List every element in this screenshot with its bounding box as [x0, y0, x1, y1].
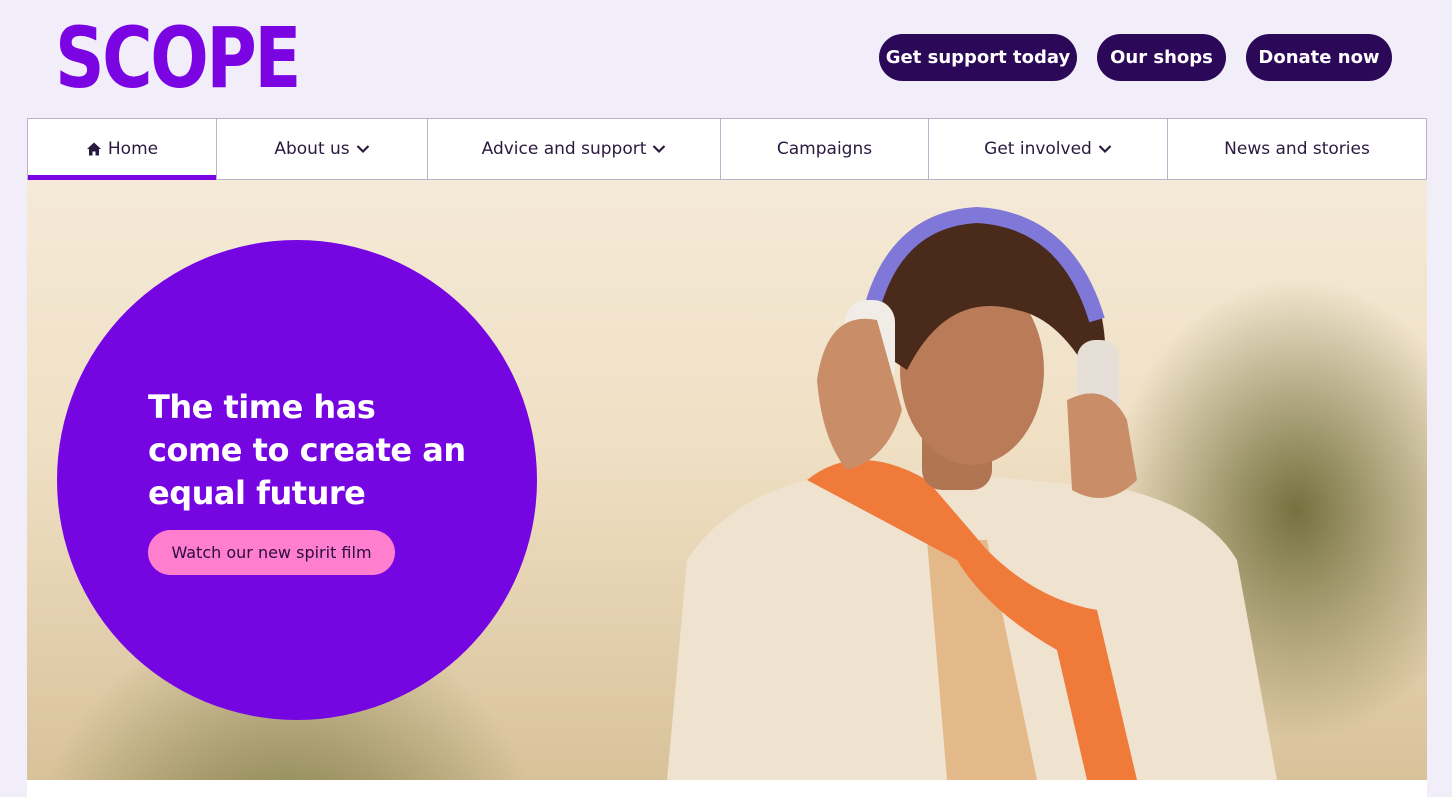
chevron-down-icon: [653, 145, 666, 154]
nav-item-label: Campaigns: [776, 139, 873, 159]
nav-item-news-and-stories[interactable]: News and stories: [1168, 119, 1426, 179]
chevron-down-icon: [356, 145, 369, 154]
nav-item-campaigns[interactable]: Campaigns: [721, 119, 929, 179]
main-nav: Home About us Advice and support Campaig…: [27, 118, 1427, 180]
get-support-today-button[interactable]: Get support today: [879, 34, 1077, 81]
nav-item-home[interactable]: Home: [28, 119, 217, 180]
nav-item-about-us[interactable]: About us: [217, 119, 428, 179]
hero-headline: The time has come to create an equal fut…: [148, 388, 466, 512]
nav-item-label: News and stories: [1224, 139, 1370, 159]
nav-item-label: Advice and support: [481, 139, 647, 159]
donate-now-button[interactable]: Donate now: [1246, 34, 1392, 81]
content-divider: [27, 780, 1427, 797]
chevron-down-icon: [1098, 145, 1112, 154]
nav-item-label: About us: [274, 139, 350, 159]
home-icon: [86, 142, 101, 156]
scope-logo[interactable]: SCOPE: [55, 16, 301, 100]
nav-item-get-involved[interactable]: Get involved: [929, 119, 1168, 179]
nav-item-label: Get involved: [984, 139, 1092, 159]
watch-spirit-film-button[interactable]: Watch our new spirit film: [148, 530, 395, 575]
nav-item-advice-and-support[interactable]: Advice and support: [428, 119, 721, 179]
nav-item-label: Home: [107, 139, 159, 159]
our-shops-button[interactable]: Our shops: [1097, 34, 1226, 81]
